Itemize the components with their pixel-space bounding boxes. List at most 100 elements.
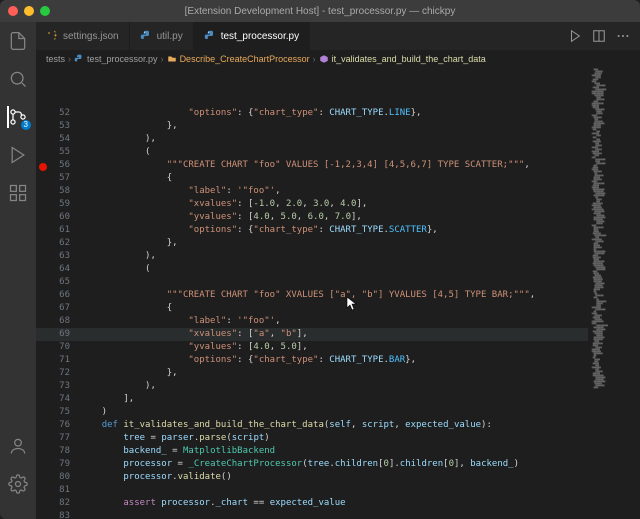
breakpoint-gutter[interactable]	[36, 380, 50, 393]
breakpoint-gutter[interactable]	[36, 328, 50, 341]
code-line[interactable]: 81	[36, 484, 588, 497]
breakpoint-gutter[interactable]	[36, 224, 50, 237]
code-line[interactable]: 74 ],	[36, 393, 588, 406]
breakpoint-gutter[interactable]	[36, 510, 50, 519]
code-line[interactable]: 56 """CREATE CHART "foo" VALUES [-1,2,3,…	[36, 159, 588, 172]
breakpoint-gutter[interactable]	[36, 484, 50, 497]
code-line[interactable]: 58 "label": '"foo"',	[36, 185, 588, 198]
code-line[interactable]: 59 "xvalues": [-1.0, 2.0, 3.0, 4.0],	[36, 198, 588, 211]
code-line[interactable]: 82 assert processor._chart == expected_v…	[36, 497, 588, 510]
more-actions-icon[interactable]	[616, 29, 630, 43]
breakpoint-gutter[interactable]	[36, 159, 50, 172]
breakpoint-gutter[interactable]	[36, 211, 50, 224]
run-icon[interactable]	[568, 29, 582, 43]
breakpoint-gutter[interactable]	[36, 406, 50, 419]
breakpoint-gutter[interactable]	[36, 341, 50, 354]
code-line[interactable]: 68 "label": '"foo"',	[36, 315, 588, 328]
breakpoint-gutter[interactable]	[36, 393, 50, 406]
breakpoint-gutter[interactable]	[36, 419, 50, 432]
editor[interactable]: 52 "options": {"chart_type": CHART_TYPE.…	[36, 68, 640, 519]
accounts-icon[interactable]	[7, 435, 29, 457]
breakpoint-gutter[interactable]	[36, 276, 50, 289]
code-line[interactable]: 70 "yvalues": [4.0, 5.0],	[36, 341, 588, 354]
breakpoint-gutter[interactable]	[36, 185, 50, 198]
breakpoint-gutter[interactable]	[36, 250, 50, 263]
code-line[interactable]: 60 "yvalues": [4.0, 5.0, 6.0, 7.0],	[36, 211, 588, 224]
line-number: 57	[50, 172, 80, 185]
breakpoint-gutter[interactable]	[36, 354, 50, 367]
breakpoint-gutter[interactable]	[36, 445, 50, 458]
breakpoint-gutter[interactable]	[36, 198, 50, 211]
minimap[interactable]: █████ ████████ ████████ ██████████ █████…	[588, 68, 640, 519]
code-line[interactable]: 69 "xvalues": ["a", "b"],	[36, 328, 588, 341]
code-line[interactable]: 76 def it_validates_and_build_the_chart_…	[36, 419, 588, 432]
code-line[interactable]: 61 "options": {"chart_type": CHART_TYPE.…	[36, 224, 588, 237]
breakpoint-gutter[interactable]	[36, 315, 50, 328]
breadcrumb-folder[interactable]: tests	[46, 54, 65, 64]
breakpoint-gutter[interactable]	[36, 237, 50, 250]
extensions-icon[interactable]	[7, 182, 29, 204]
code-line[interactable]: 63 ),	[36, 250, 588, 263]
breadcrumb-class[interactable]: Describe_CreateChartProcessor	[180, 54, 310, 64]
tab-util-py[interactable]: util.py	[130, 22, 194, 50]
code-text: ),	[80, 380, 588, 393]
tab-test-processor-py[interactable]: test_processor.py	[194, 22, 310, 50]
breakpoint-gutter[interactable]	[36, 497, 50, 510]
line-number: 55	[50, 146, 80, 159]
code-area[interactable]: 52 "options": {"chart_type": CHART_TYPE.…	[36, 68, 588, 519]
source-control-icon[interactable]: 3	[7, 106, 29, 128]
breakpoint-gutter[interactable]	[36, 120, 50, 133]
breakpoint-gutter[interactable]	[36, 289, 50, 302]
code-text: },	[80, 367, 588, 380]
code-line[interactable]: 80 processor.validate()	[36, 471, 588, 484]
breakpoint-icon[interactable]	[39, 163, 47, 171]
breakpoint-gutter[interactable]	[36, 302, 50, 315]
code-line[interactable]: 79 processor = _CreateChartProcessor(tre…	[36, 458, 588, 471]
code-text: {	[80, 302, 588, 315]
breakpoint-gutter[interactable]	[36, 133, 50, 146]
breakpoint-gutter[interactable]	[36, 107, 50, 120]
breakpoint-gutter[interactable]	[36, 263, 50, 276]
breakpoint-gutter[interactable]	[36, 458, 50, 471]
code-text: "yvalues": [4.0, 5.0, 6.0, 7.0],	[80, 211, 588, 224]
code-line[interactable]: 71 "options": {"chart_type": CHART_TYPE.…	[36, 354, 588, 367]
code-line[interactable]: 66 """CREATE CHART "foo" XVALUES ["a", "…	[36, 289, 588, 302]
code-line[interactable]: 73 ),	[36, 380, 588, 393]
code-text: "yvalues": [4.0, 5.0],	[80, 341, 588, 354]
code-line[interactable]: 67 {	[36, 302, 588, 315]
explorer-icon[interactable]	[7, 30, 29, 52]
breakpoint-gutter[interactable]	[36, 471, 50, 484]
breakpoint-gutter[interactable]	[36, 432, 50, 445]
code-line[interactable]: 78 backend_ = MatplotlibBackend	[36, 445, 588, 458]
code-line[interactable]: 53 },	[36, 120, 588, 133]
breakpoint-gutter[interactable]	[36, 146, 50, 159]
breadcrumb-method[interactable]: it_validates_and_build_the_chart_data	[332, 54, 486, 64]
code-line[interactable]: 55 (	[36, 146, 588, 159]
search-icon[interactable]	[7, 68, 29, 90]
code-line[interactable]: 54 ),	[36, 133, 588, 146]
code-line[interactable]: 72 },	[36, 367, 588, 380]
code-line[interactable]: 62 },	[36, 237, 588, 250]
tab-label: test_processor.py	[221, 31, 299, 42]
code-line[interactable]: 57 {	[36, 172, 588, 185]
code-line[interactable]: 77 tree = parser.parse(script)	[36, 432, 588, 445]
breakpoint-gutter[interactable]	[36, 172, 50, 185]
settings-gear-icon[interactable]	[7, 473, 29, 495]
tab-settings-json[interactable]: settings.json	[36, 22, 130, 50]
run-debug-icon[interactable]	[7, 144, 29, 166]
class-icon	[167, 54, 177, 64]
chevron-right-icon: ›	[68, 54, 71, 64]
code-line[interactable]: 65	[36, 276, 588, 289]
code-line[interactable]: 52 "options": {"chart_type": CHART_TYPE.…	[36, 107, 588, 120]
line-number: 59	[50, 198, 80, 211]
breakpoint-gutter[interactable]	[36, 367, 50, 380]
breadcrumb[interactable]: tests › test_processor.py › Describe_Cre…	[36, 50, 640, 68]
split-editor-icon[interactable]	[592, 29, 606, 43]
line-number: 76	[50, 419, 80, 432]
breadcrumb-file[interactable]: test_processor.py	[87, 54, 158, 64]
line-number: 75	[50, 406, 80, 419]
code-line[interactable]: 64 (	[36, 263, 588, 276]
code-line[interactable]: 83	[36, 510, 588, 519]
code-line[interactable]: 75 )	[36, 406, 588, 419]
line-number: 60	[50, 211, 80, 224]
